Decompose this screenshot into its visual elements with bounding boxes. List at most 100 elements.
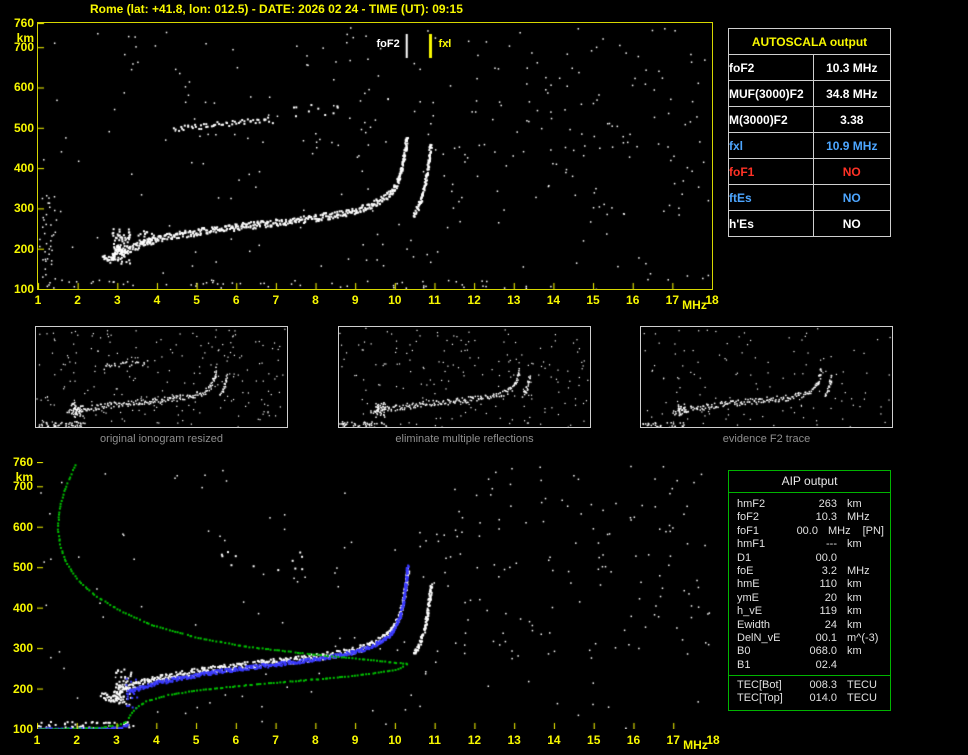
y-axis-labels: 100 200 300 400 500 600 700 760 km [2, 17, 36, 295]
aip-flag: [PN] [862, 524, 884, 537]
list-item: B1 02.4 [737, 659, 884, 672]
marker-fxl: fxl [438, 38, 452, 50]
y-tick-label: 500 [13, 120, 34, 135]
aip-value: 110 [819, 578, 837, 591]
divider [729, 675, 890, 677]
aip-param: foE [737, 564, 754, 577]
aip-value: 014.0 [809, 692, 837, 705]
thumbnail-caption: evidence F2 trace [722, 433, 811, 445]
list-item: D1 00.0 [737, 552, 884, 565]
x-tick-label: 14 [546, 293, 561, 307]
aip-value: 119 [819, 605, 837, 618]
table-row: ftEs NO [728, 184, 892, 211]
autoscala-value: NO [812, 184, 892, 211]
x-tick-label: 3 [113, 733, 120, 747]
x-tick-label: 6 [232, 293, 240, 307]
y-tick-label: 760 [12, 455, 33, 469]
autoscala-param: foF1 [728, 158, 814, 185]
aip-unit: km [847, 578, 862, 591]
aip-unit: km [847, 645, 862, 658]
y-tick-label: 300 [13, 201, 34, 216]
y-axis-unit-label: km [16, 31, 34, 45]
autoscala-value: 34.8 MHz [812, 80, 892, 107]
x-tick-label: 13 [507, 733, 521, 747]
x-tick-label: 4 [153, 293, 161, 307]
x-tick-label: 15 [587, 733, 601, 747]
aip-unit: MHz [847, 511, 870, 524]
aip-unit: km [847, 591, 862, 604]
list-item: hmF1 --- km [737, 538, 884, 551]
aip-param: TEC[Bot] [737, 679, 782, 692]
thumbnail-original-canvas [36, 327, 287, 427]
page-title: Rome (lat: +41.8, lon: 012.5) - DATE: 20… [90, 2, 463, 16]
autoscala-value: NO [812, 210, 892, 237]
aip-output-panel: AIP output hmF2 263 km foF2 10.3 MHz foF… [728, 470, 891, 711]
list-item: ymE 20 km [737, 592, 884, 605]
autoscala-output-table: AUTOSCALA output foF2 10.3 MHz MUF(3000)… [728, 28, 892, 237]
x-tick-label: 15 [586, 293, 600, 307]
x-tick-label: 10 [388, 293, 402, 307]
x-tick-label: 10 [388, 733, 402, 747]
list-item: TEC[Top] 014.0 TECU [737, 692, 884, 705]
aip-unit: MHz [847, 564, 870, 577]
y-axis-labels: 100 200 300 400 500 600 700 760 km [1, 456, 35, 735]
y-tick-label: 200 [13, 241, 34, 256]
x-tick-label: 5 [193, 293, 200, 307]
aip-value: 00.0 [815, 551, 837, 564]
list-item: DelN_vE 00.1 m^(-3) [737, 632, 884, 645]
thumbnail-multiple-reflections-canvas [339, 327, 590, 427]
autoscala-value: 3.38 [812, 106, 892, 133]
top-ionogram-plot: 100 200 300 400 500 600 700 760 km 1 2 3 4 5 6 7 8 9 10 11 1… [14, 17, 719, 312]
x-axis-labels: 1 2 3 4 5 6 7 8 9 10 11 12 13 14 15 16 17 18 MHz [34, 729, 720, 753]
autoscala-param: foF2 [728, 54, 814, 81]
aip-value: --- [826, 538, 837, 551]
list-item: foE 3.2 MHz [737, 565, 884, 578]
autoscala-param: M(3000)F2 [728, 106, 814, 133]
x-tick-label: 7 [272, 293, 280, 307]
table-row: foF1 NO [728, 158, 892, 185]
x-tick-label: 2 [74, 293, 81, 307]
x-tick-label: 11 [428, 733, 441, 747]
x-tick-label: 14 [547, 733, 561, 747]
thumbnail-multiple-reflections [338, 326, 591, 428]
aip-unit: TECU [847, 679, 877, 692]
top-ionogram-canvas [38, 23, 712, 289]
x-tick-label: 1 [33, 733, 41, 747]
thumbnail-caption: original ionogram resized [100, 433, 223, 445]
x-tick-label: 3 [113, 293, 121, 307]
x-tick-label: 7 [272, 733, 279, 747]
bottom-ionogram-canvas [37, 462, 713, 729]
autoscala-param: h'Es [728, 210, 814, 237]
aip-body: hmF2 263 km foF2 10.3 MHz foF1 00.0 MHz … [729, 493, 890, 710]
aip-param: hmF1 [737, 538, 766, 551]
autoscala-value: 10.3 MHz [812, 54, 892, 81]
x-tick-label: 8 [312, 733, 319, 747]
table-row: h'Es NO [728, 210, 892, 237]
autoscala-param: fxl [728, 132, 814, 159]
table-row: M(3000)F2 3.38 [728, 106, 892, 133]
x-tick-label: 5 [192, 733, 200, 747]
aip-value: 3.2 [821, 564, 837, 577]
y-tick-label: 300 [12, 641, 33, 656]
aip-value: 10.3 [815, 511, 837, 524]
aip-value: 20 [824, 591, 837, 604]
thumbnail-caption: eliminate multiple reflections [395, 433, 534, 445]
aip-param: D1 [737, 551, 752, 564]
x-tick-label: 9 [351, 733, 359, 747]
aip-unit: km [847, 605, 862, 618]
table-row: fxl 10.9 MHz [728, 132, 892, 159]
x-tick-label: 16 [626, 733, 641, 747]
x-axis-unit-label: MHz [682, 298, 707, 312]
thumbnail-f2-trace [640, 326, 893, 428]
list-item: hmF2 263 km [737, 498, 884, 511]
autoscala-value: NO [812, 158, 892, 185]
x-tick-label: 8 [312, 293, 319, 307]
x-tick-label: 2 [73, 733, 81, 747]
x-axis-labels: 1 2 3 4 5 6 7 8 9 10 11 12 13 14 15 16 17 18 MHz [35, 289, 719, 313]
list-item: foF1 00.0 MHz [PN] [737, 525, 884, 538]
x-axis-unit-label: MHz [683, 738, 708, 752]
x-tick-label: 13 [507, 293, 521, 307]
y-axis-unit-label: km [15, 470, 33, 484]
y-tick-label: 760 [13, 16, 34, 30]
aip-value: 24 [824, 618, 837, 631]
